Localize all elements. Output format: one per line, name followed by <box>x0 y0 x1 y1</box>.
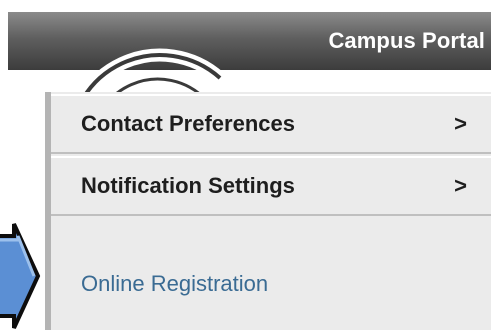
arrow-pointer-icon <box>0 223 41 329</box>
portal-screen: Campus Portal Contact Preferences > Noti… <box>0 0 491 330</box>
online-registration-link[interactable]: Online Registration <box>81 271 268 297</box>
menu-item-notification-settings[interactable]: Notification Settings > <box>51 156 491 216</box>
menu-item-label: Contact Preferences <box>81 111 295 136</box>
chevron-right-icon: > <box>454 173 467 198</box>
dropdown-menu: Contact Preferences > Notification Setti… <box>45 92 491 330</box>
menu-item-label: Notification Settings <box>81 173 295 198</box>
portal-title: Campus Portal <box>328 28 485 53</box>
chevron-right-icon: > <box>454 111 467 136</box>
menu-item-contact-preferences[interactable]: Contact Preferences > <box>51 94 491 154</box>
